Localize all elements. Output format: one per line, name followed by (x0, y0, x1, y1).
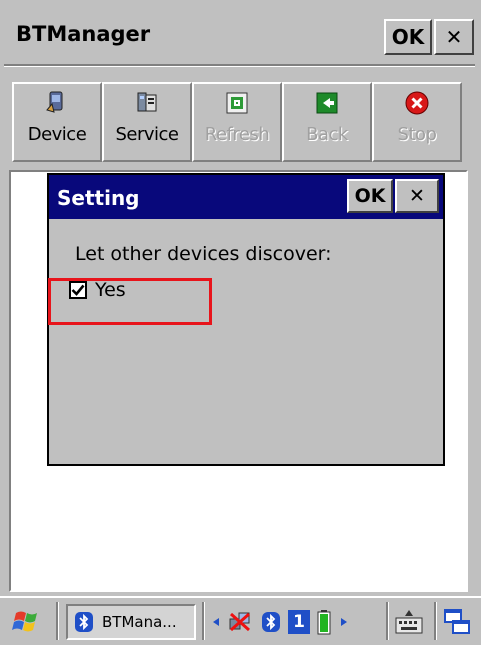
show-desktop-button[interactable] (442, 604, 476, 640)
keyboard-icon (395, 610, 423, 634)
taskbar-separator (202, 602, 205, 640)
taskbar-separator (56, 602, 59, 640)
refresh-button[interactable]: Refresh (192, 82, 282, 162)
stop-button[interactable]: Stop (372, 82, 462, 162)
taskbar-app-label: BTMana... (102, 613, 177, 631)
arrow-left-icon[interactable] (210, 616, 222, 628)
windows-flag-icon (12, 611, 37, 632)
arrow-right-icon[interactable] (338, 616, 350, 628)
bluetooth-icon (75, 612, 93, 632)
device-button[interactable]: Device (12, 82, 102, 162)
back-button[interactable]: Back (282, 82, 372, 162)
taskbar: BTMana... 1 (0, 596, 481, 645)
highlight-box (48, 278, 212, 325)
service-icon (134, 90, 160, 116)
refresh-label: Refresh (204, 124, 270, 145)
title-separator (4, 64, 475, 67)
taskbar-separator (386, 602, 389, 640)
network-disconnected-icon[interactable] (226, 609, 254, 635)
taskbar-app-btmanager[interactable]: BTMana... (66, 604, 196, 640)
device-icon (44, 90, 70, 116)
window-title: BTManager (16, 22, 151, 46)
stop-icon (404, 90, 430, 116)
toolbar: Device Service Refresh Back Stop (12, 82, 468, 162)
windows-cascade-icon (444, 609, 470, 634)
back-label: Back (306, 124, 348, 145)
service-button[interactable]: Service (102, 82, 192, 162)
dialog-ok-button[interactable]: OK (347, 179, 393, 213)
back-arrow-icon (314, 90, 340, 116)
dialog-close-button[interactable]: ✕ (395, 179, 439, 213)
close-button[interactable]: ✕ (434, 19, 474, 55)
dialog-title-bar: Setting OK ✕ (49, 175, 443, 219)
keyboard-button[interactable] (394, 604, 428, 640)
app-window: BTManager OK ✕ Device Service Refresh Ba… (0, 0, 481, 645)
title-bar: BTManager OK ✕ (4, 0, 475, 80)
stop-label: Stop (397, 124, 437, 145)
refresh-icon (224, 90, 250, 116)
input-mode-indicator[interactable]: 1 (288, 610, 310, 634)
battery-icon[interactable] (316, 609, 332, 635)
discover-prompt: Let other devices discover: (75, 243, 332, 265)
taskbar-separator (434, 602, 437, 640)
bluetooth-tray-icon[interactable] (260, 610, 282, 634)
start-button[interactable] (10, 604, 50, 640)
service-label: Service (115, 124, 179, 145)
system-tray: 1 (210, 604, 390, 640)
dialog-title: Setting (57, 186, 140, 210)
device-label: Device (27, 124, 87, 145)
ok-button[interactable]: OK (384, 19, 432, 55)
